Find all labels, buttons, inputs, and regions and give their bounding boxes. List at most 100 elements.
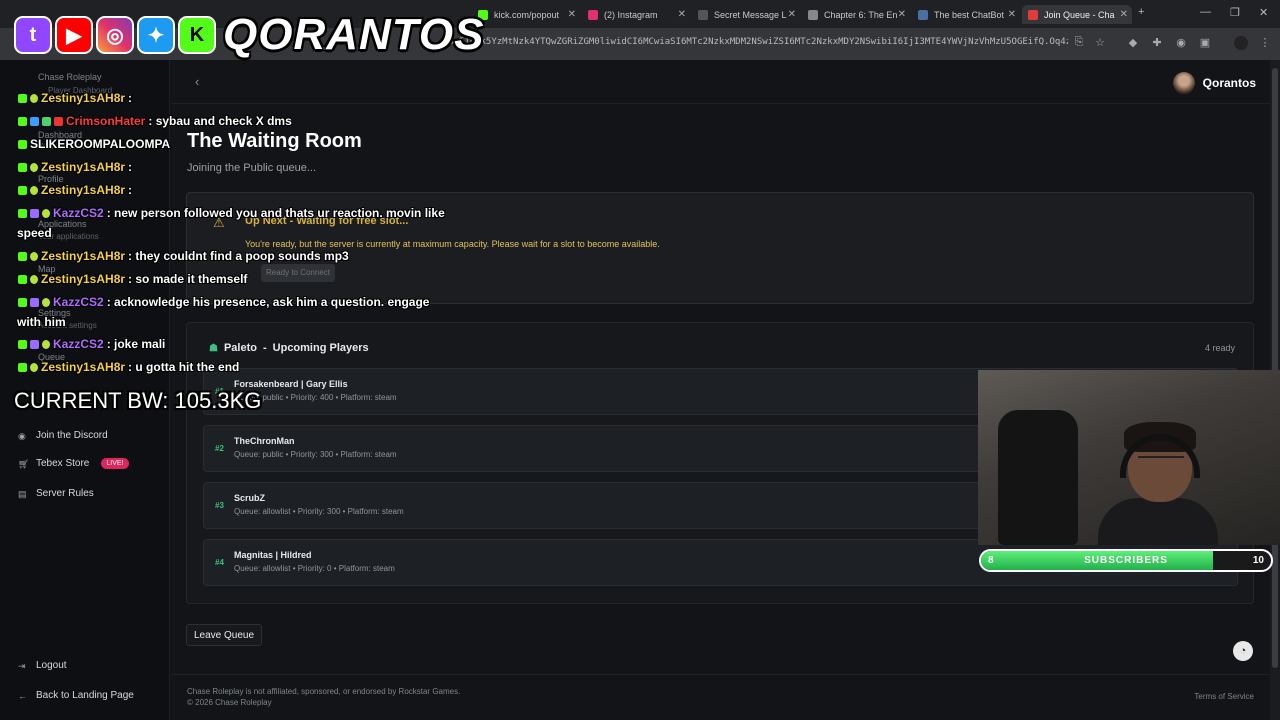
chat-username: Zestiny1sAH8r	[41, 249, 126, 263]
tab-label: Secret Message L	[714, 9, 787, 20]
extension-icon[interactable]: ✚	[1150, 36, 1164, 50]
chat-badge-icon	[30, 208, 39, 218]
cookie-settings-icon[interactable]: ◔	[1233, 641, 1253, 661]
chat-message: Zestiny1sAH8r: they couldnt find a poop …	[18, 249, 349, 263]
back-to-landing-button[interactable]: ← Back to Landing Page	[18, 690, 134, 701]
browser-tab-chapter[interactable]: Chapter 6: The En ✕	[802, 5, 910, 24]
close-tab-icon[interactable]: ✕	[898, 9, 906, 20]
gaming-chair	[998, 410, 1078, 545]
profile-avatar-icon[interactable]	[1234, 36, 1248, 50]
sidebar-brand[interactable]: Chase Roleplay	[38, 72, 102, 82]
chat-text: : they couldnt find a poop sounds mp3	[128, 249, 349, 263]
chat-message: Zestiny1sAH8r:	[18, 160, 132, 174]
subscriber-label: SUBSCRIBERS	[1084, 555, 1168, 566]
player-name: TheChronMan	[234, 436, 295, 446]
player-name: ScrubZ	[234, 493, 266, 503]
chat-text: : joke mali	[106, 337, 166, 351]
sidebar-item-label: Join the Discord	[36, 430, 108, 441]
close-tab-icon[interactable]: ✕	[1008, 9, 1016, 20]
twitter-icon: ✦	[137, 16, 175, 54]
browser-tab-kick[interactable]: kick.com/popout ✕	[472, 5, 580, 24]
chat-text: speed	[17, 226, 52, 240]
browser-tab-instagram[interactable]: (2) Instagram ✕	[582, 5, 690, 24]
top-bar: ‹ Qorantos	[171, 60, 1270, 104]
chat-badge-icon	[42, 116, 51, 126]
player-meta: Queue: allowlist • Priority: 0 • Platfor…	[234, 564, 395, 573]
chat-badge-icon	[18, 339, 27, 349]
close-tab-icon[interactable]: ✕	[788, 9, 796, 20]
menu-kebab-icon[interactable]: ⋮	[1258, 36, 1272, 50]
chat-badge-icon	[30, 162, 38, 172]
close-tab-icon[interactable]: ✕	[678, 9, 686, 20]
close-tab-icon[interactable]: ✕	[1120, 9, 1128, 20]
extension-icon[interactable]: ◉	[1174, 36, 1188, 50]
queue-heading-label: Upcoming Players	[272, 342, 369, 354]
chat-badge-icon	[30, 116, 39, 126]
footer-copyright: © 2026 Chase Roleplay	[187, 698, 272, 707]
browser-tab-join-queue[interactable]: Join Queue - Cha ✕	[1022, 5, 1132, 24]
chat-badge-icon	[30, 93, 38, 103]
browser-tab-chatbot[interactable]: The best ChatBot ✕	[912, 5, 1020, 24]
queue-rank: #2	[215, 444, 224, 453]
sidebar-item-label: Server Rules	[36, 488, 94, 499]
sidebar-item-server-rules[interactable]: ▤ Server Rules	[18, 488, 94, 499]
chat-username: Zestiny1sAH8r	[41, 360, 126, 374]
chat-text: : u gotta hit the end	[128, 360, 240, 374]
restore-icon[interactable]: ❐	[1230, 6, 1240, 19]
sidebar-item-discord[interactable]: ◉ Join the Discord	[18, 430, 108, 441]
chat-badge-icon	[18, 274, 27, 284]
page-subtitle: Joining the Public queue...	[187, 162, 317, 174]
browser-tab-secret-message[interactable]: Secret Message L ✕	[692, 5, 800, 24]
glasses	[1138, 456, 1184, 466]
username: Qorantos	[1202, 76, 1256, 90]
back-label: Back to Landing Page	[36, 690, 134, 701]
terms-of-service-link[interactable]: Terms of Service	[1194, 692, 1254, 701]
chat-message: Zestiny1sAH8r: so made it themself	[18, 272, 247, 286]
chat-message: KazzCS2: new person followed you and tha…	[18, 206, 445, 220]
streamer-body	[1098, 498, 1218, 545]
chat-message: speed	[17, 226, 52, 240]
chat-message: KazzCS2: joke mali	[18, 337, 165, 351]
chat-badge-icon	[30, 339, 39, 349]
extensions-puzzle-icon[interactable]: ▣	[1198, 36, 1212, 50]
server-name: Paleto	[223, 342, 257, 354]
kick-icon: K	[178, 16, 216, 54]
url-field[interactable]: NzI1LTk5YzMtNzk4YTQwZGRiZGM0liwidCI6MCwi…	[448, 37, 1068, 51]
tab-label: (2) Instagram	[604, 9, 658, 20]
chat-message: SLIKEROOMPALOOMPA	[18, 137, 173, 151]
leave-queue-button[interactable]: Leave Queue	[186, 624, 262, 646]
sidebar-item-tebex-store[interactable]: 🛒︎ Tebex Store LIVE!	[18, 458, 129, 469]
message-icon	[698, 9, 708, 20]
twitch-icon: t	[14, 16, 52, 54]
chat-badge-icon	[18, 362, 27, 372]
player-meta: Queue: public • Priority: 300 • Platform…	[234, 450, 397, 459]
chat-text: :	[128, 91, 133, 105]
users-icon: ☗	[209, 342, 218, 354]
streamer-name: QORANTOS	[223, 10, 485, 59]
avatar	[1172, 72, 1195, 94]
discord-icon: ◉	[18, 430, 26, 441]
scrollbar-thumb[interactable]	[1272, 68, 1278, 668]
user-menu[interactable]: Qorantos	[1172, 72, 1256, 94]
extension-icon[interactable]: ◆	[1126, 36, 1140, 50]
player-meta: Queue: allowlist • Priority: 300 • Platf…	[234, 507, 404, 516]
chat-badge-icon	[42, 208, 50, 218]
close-window-icon[interactable]: ✕	[1259, 6, 1268, 19]
new-tab-button[interactable]: +	[1138, 6, 1144, 18]
queue-rank: #3	[215, 501, 224, 510]
install-icon[interactable]: ⎘	[1072, 36, 1086, 50]
minimize-icon[interactable]: —	[1200, 6, 1211, 18]
instagram-icon: ◎	[96, 16, 134, 54]
logout-button[interactable]: ⇥ Logout	[18, 660, 67, 671]
page-title: The Waiting Room	[187, 130, 362, 152]
logout-label: Logout	[36, 660, 67, 671]
bookmark-star-icon[interactable]: ☆	[1093, 36, 1107, 50]
sidebar-item-label: Tebex Store	[36, 458, 90, 469]
chat-badge-icon	[18, 208, 27, 218]
ready-to-connect-button[interactable]: Ready to Connect	[261, 264, 335, 282]
chat-message: CrimsonHater: sybau and check X dms	[18, 114, 292, 128]
chevron-left-icon[interactable]: ‹	[195, 74, 199, 89]
chat-text: : new person followed you and thats ur r…	[106, 206, 445, 220]
chat-badge-icon	[18, 297, 27, 307]
close-tab-icon[interactable]: ✕	[568, 9, 576, 20]
